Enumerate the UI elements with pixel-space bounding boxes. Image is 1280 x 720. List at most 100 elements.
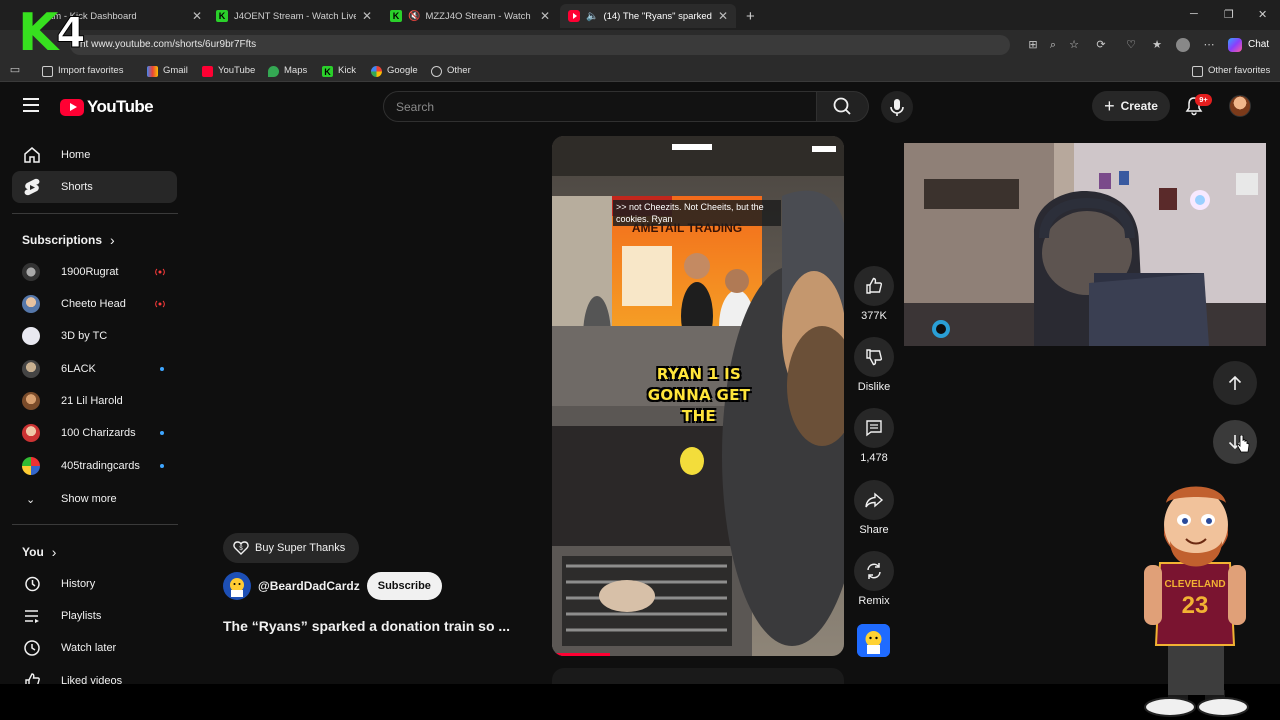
overlay-line: THE bbox=[682, 407, 716, 425]
more-menu-icon[interactable]: ⋯ bbox=[1202, 38, 1216, 52]
cartoon-mascot-overlay: CLEVELAND 23 bbox=[1144, 486, 1249, 717]
subscription-name: 100 Charizards bbox=[61, 427, 136, 439]
muted-speaker-icon[interactable]: 🔇 bbox=[408, 11, 420, 22]
apps-icon[interactable]: ⊞ bbox=[1026, 38, 1040, 52]
speaker-icon[interactable]: 🔈 bbox=[586, 11, 598, 22]
new-content-dot bbox=[160, 367, 164, 371]
dislike-action[interactable]: Dislike bbox=[853, 337, 895, 393]
jersey-number-text: 23 bbox=[1182, 592, 1209, 619]
voice-search-button[interactable] bbox=[881, 91, 913, 123]
youtube-logo[interactable]: YouTube bbox=[60, 97, 154, 117]
chat-label: Chat bbox=[1248, 39, 1270, 50]
bookmark-kick[interactable]: K Kick bbox=[322, 64, 356, 78]
bookmark-youtube[interactable]: YouTube bbox=[202, 64, 255, 78]
youtube-icon bbox=[202, 65, 213, 77]
show-more-button[interactable]: ⌄ Show more bbox=[12, 485, 177, 513]
tab-close-icon[interactable]: ✕ bbox=[362, 9, 372, 23]
comments-button[interactable] bbox=[854, 408, 894, 448]
menu-icon[interactable] bbox=[23, 98, 39, 112]
tab-close-icon[interactable]: ✕ bbox=[718, 9, 728, 23]
subscription-100-charizards[interactable]: 100 Charizards bbox=[12, 419, 177, 447]
bookmark-label: Kick bbox=[338, 65, 356, 76]
sidebar-toggle-icon[interactable]: ▭ bbox=[8, 63, 22, 77]
subscription-3d-by-tc[interactable]: 3D by TC bbox=[12, 322, 177, 350]
account-avatar[interactable] bbox=[1229, 95, 1251, 117]
sidebar-item-liked-videos[interactable]: Liked videos bbox=[12, 665, 177, 684]
browser-essentials-icon[interactable]: ♡ bbox=[1124, 38, 1138, 52]
sidebar-item-watch-later[interactable]: Watch later bbox=[12, 632, 177, 664]
subscription-21-lil-harold[interactable]: 21 Lil Harold bbox=[12, 387, 177, 415]
bookmark-import-favorites[interactable]: Import favorites bbox=[42, 64, 123, 78]
bookmarks-bar: ▭ Import favorites Gmail YouTube Maps K … bbox=[0, 60, 1280, 82]
url-field[interactable]: ht www.youtube.com/shorts/6ur9br7Ffts bbox=[70, 35, 1010, 55]
profile-icon[interactable] bbox=[1176, 38, 1190, 52]
browser-tab-youtube-active[interactable]: 🔈 (14) The "Ryans" sparked a do ✕ bbox=[560, 4, 736, 28]
sidebar-item-playlists[interactable]: Playlists bbox=[12, 600, 177, 632]
sidebar-divider bbox=[12, 213, 178, 214]
sidebar-item-home[interactable]: Home bbox=[12, 139, 177, 171]
like-action[interactable]: 377K bbox=[853, 266, 895, 322]
remix-action[interactable]: Remix bbox=[853, 551, 895, 607]
logo-number: 4 bbox=[56, 8, 86, 58]
browser-tab-mzzj4o[interactable]: K 🔇 MZZJ4O Stream - Watch Live ✕ bbox=[382, 4, 558, 28]
subscription-cheeto-head[interactable]: Cheeto Head bbox=[12, 290, 177, 318]
youtube-play-icon bbox=[60, 98, 84, 116]
subscribe-button[interactable]: Subscribe bbox=[366, 572, 442, 600]
dislike-button[interactable] bbox=[854, 337, 894, 377]
minimize-icon[interactable]: ─ bbox=[1190, 8, 1198, 20]
channel-avatar[interactable] bbox=[223, 572, 251, 600]
import-icon bbox=[42, 65, 53, 77]
guide-sidebar: Home Shorts Subscriptions › 1900Rugrat C… bbox=[0, 129, 190, 684]
bookmark-other[interactable]: Other bbox=[431, 64, 471, 78]
favorite-star-icon[interactable]: ☆ bbox=[1067, 38, 1081, 52]
create-button[interactable]: + Create bbox=[1092, 91, 1170, 121]
bookmark-maps[interactable]: Maps bbox=[268, 64, 307, 78]
zoom-icon[interactable]: ⌕ bbox=[1046, 38, 1060, 52]
bookmark-other-favorites[interactable]: Other favorites bbox=[1192, 64, 1270, 78]
tab-close-icon[interactable]: ✕ bbox=[540, 9, 550, 23]
subscription-6lack[interactable]: 6LACK bbox=[12, 355, 177, 383]
channel-handle[interactable]: @BeardDadCardz bbox=[258, 579, 360, 593]
next-short-button[interactable] bbox=[1213, 420, 1257, 464]
channel-avatar bbox=[22, 360, 40, 378]
remix-button[interactable] bbox=[854, 551, 894, 591]
subscriptions-heading[interactable]: Subscriptions › bbox=[22, 232, 115, 248]
svg-text:$: $ bbox=[239, 546, 243, 552]
subscription-405tradingcards[interactable]: 405tradingcards bbox=[12, 452, 177, 480]
bookmark-gmail[interactable]: Gmail bbox=[147, 64, 188, 78]
previous-short-button[interactable] bbox=[1213, 361, 1257, 405]
video-progress-bar[interactable] bbox=[552, 653, 611, 656]
favorites-icon[interactable]: ★ bbox=[1150, 38, 1164, 52]
folder-icon bbox=[1192, 65, 1203, 77]
share-action[interactable]: Share bbox=[853, 480, 895, 536]
shorts-video-player[interactable]: AMETAIL TRADING >> not Cheezits. Not Che… bbox=[552, 136, 844, 656]
new-tab-button[interactable]: + bbox=[738, 4, 762, 28]
chevron-right-icon: › bbox=[51, 544, 57, 560]
browser-tab-j4oent[interactable]: K J4OENT Stream - Watch Live on Ki ✕ bbox=[208, 4, 380, 28]
bookmark-label: Maps bbox=[284, 65, 308, 76]
search-input[interactable] bbox=[396, 92, 796, 121]
share-button[interactable] bbox=[854, 480, 894, 520]
subscription-name: 1900Rugrat bbox=[61, 266, 119, 278]
like-button[interactable] bbox=[854, 266, 894, 306]
new-content-dot bbox=[160, 431, 164, 435]
copilot-chat-button[interactable]: Chat bbox=[1228, 36, 1269, 54]
short-title[interactable]: The “Ryans” sparked a donation train so … bbox=[223, 618, 543, 634]
audio-source-thumbnail[interactable] bbox=[857, 624, 890, 657]
buy-super-thanks-button[interactable]: $ Buy Super Thanks bbox=[223, 533, 360, 563]
sidebar-item-history[interactable]: History bbox=[12, 568, 177, 600]
bookmark-google[interactable]: Google bbox=[371, 64, 418, 78]
subscription-1900rugrat[interactable]: 1900Rugrat bbox=[12, 258, 177, 286]
comments-action[interactable]: 1,478 bbox=[853, 408, 895, 464]
gmail-icon bbox=[147, 65, 158, 77]
search-button[interactable] bbox=[817, 91, 869, 122]
close-window-icon[interactable]: ✕ bbox=[1258, 8, 1267, 21]
tab-close-icon[interactable]: ✕ bbox=[192, 9, 202, 23]
channel-avatar bbox=[22, 457, 40, 475]
restore-icon[interactable]: ❐ bbox=[1224, 8, 1234, 21]
bookmark-label: Import favorites bbox=[58, 65, 124, 76]
extensions-icon[interactable]: ⟳ bbox=[1094, 38, 1108, 52]
sidebar-item-shorts[interactable]: Shorts bbox=[12, 171, 177, 203]
live-indicator-icon bbox=[155, 300, 165, 308]
you-heading[interactable]: You › bbox=[22, 544, 56, 560]
